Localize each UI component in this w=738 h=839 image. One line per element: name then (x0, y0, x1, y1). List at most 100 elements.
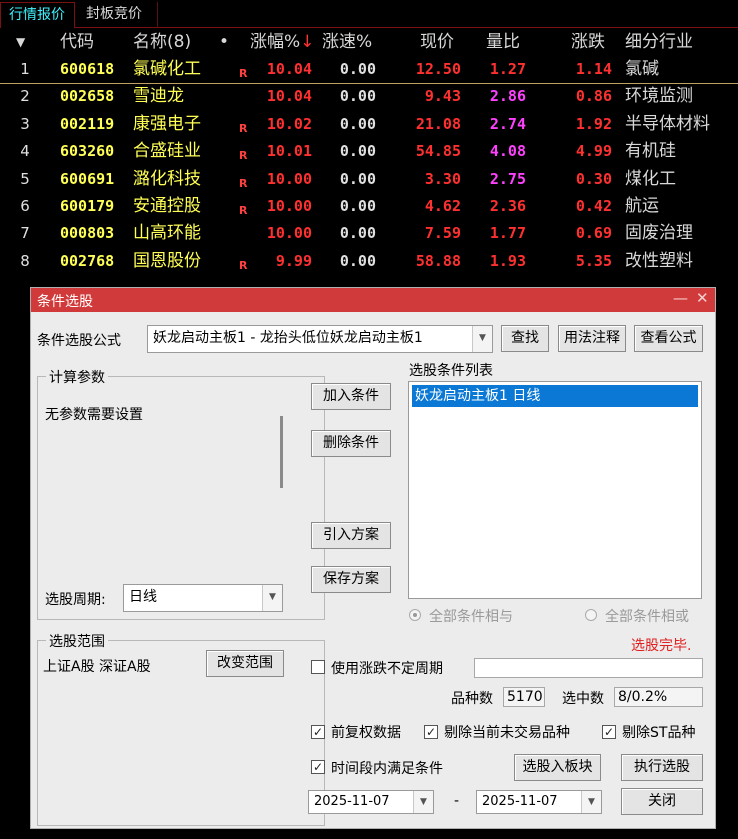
table-row[interactable]: 2 002658 雪迪龙 10.04 0.00 9.43 2.86 0.86 环境监测 (0, 83, 738, 110)
stock-code: 002119 (60, 114, 115, 133)
industry: 有机硅 (625, 141, 676, 162)
dialog-titlebar[interactable]: 条件选股 — ✕ (31, 288, 715, 312)
stock-name: 安通控股 (133, 196, 201, 216)
add-condition-button[interactable]: 加入条件 (311, 383, 391, 410)
change-speed: 0.00 (339, 87, 376, 106)
table-row[interactable]: 7 000803 山高环能 10.00 0.00 7.59 1.77 0.69 固废治理 (0, 220, 738, 247)
table-row[interactable]: 8 002768 国恩股份 R 9.99 0.00 58.88 1.93 5.35 改性塑料 (0, 248, 738, 275)
header-code[interactable]: 代码 (60, 29, 94, 56)
add-to-block-button[interactable]: 选股入板块 (514, 754, 601, 781)
change-pct: 9.99 (275, 251, 312, 270)
current-price: 7.59 (424, 224, 461, 243)
change-pct: 10.04 (266, 87, 312, 106)
radio-or[interactable] (585, 609, 597, 621)
radio-and[interactable] (409, 609, 421, 621)
row-index: 4 (20, 142, 30, 161)
formula-select[interactable]: 妖龙启动主板1 - 龙抬头低位妖龙启动主板1 ▼ (147, 325, 493, 353)
stock-code: 002768 (60, 251, 115, 270)
date-to-dropdown-icon[interactable]: ▼ (581, 791, 601, 813)
date-from-picker[interactable]: 2025-11-07 ▼ (308, 790, 434, 814)
view-formula-button[interactable]: 查看公式 (634, 325, 703, 352)
sort-arrow-icon[interactable]: ▼ (16, 29, 30, 56)
irregular-period-input[interactable] (474, 658, 703, 678)
period-select[interactable]: 日线 ▼ (123, 584, 283, 612)
execute-button[interactable]: 执行选股 (621, 754, 703, 781)
stock-name: 氯碱化工 (133, 59, 201, 79)
price-rise: 4.99 (575, 142, 612, 161)
change-pct: 10.00 (266, 224, 312, 243)
row-index: 3 (20, 114, 30, 133)
header-industry[interactable]: 细分行业 (625, 29, 693, 56)
price-rise: 1.14 (575, 60, 612, 78)
current-price: 21.08 (415, 114, 461, 133)
header-price[interactable]: 现价 (420, 29, 454, 56)
table-row[interactable]: 4 603260 合盛硅业 R 10.01 0.00 54.85 4.08 4.99 有机硅 (0, 138, 738, 165)
import-plan-button[interactable]: 引入方案 (311, 522, 391, 549)
industry: 环境监测 (625, 86, 693, 107)
current-price: 54.85 (415, 142, 461, 161)
header-speed[interactable]: 涨速% (322, 29, 372, 56)
selected-field: 8/0.2% (614, 687, 703, 707)
price-rise: 0.30 (575, 169, 612, 188)
date-from-dropdown-icon[interactable]: ▼ (413, 791, 433, 813)
close-button[interactable]: 关闭 (621, 788, 703, 815)
dialog-title: 条件选股 (37, 294, 93, 310)
radio-and-label: 全部条件相与 (429, 609, 513, 625)
change-speed: 0.00 (339, 251, 376, 270)
minimize-icon[interactable]: — (673, 289, 688, 307)
tab-quotes[interactable]: 行情报价 (0, 2, 75, 28)
params-text: 无参数需要设置 (45, 407, 143, 423)
header-dot: • (219, 32, 230, 52)
header-change-pct[interactable]: 涨幅%↓ (250, 29, 314, 56)
irregular-period-checkbox[interactable] (311, 660, 325, 674)
forward-adjust-checkbox[interactable]: ✓ (311, 725, 325, 739)
table-header: ▼ 代码 名称(8) • 涨幅%↓ 涨速% 现价 量比 涨跌 细分行业 (0, 29, 738, 56)
status-text: 选股完毕. (631, 638, 692, 654)
price-rise: 0.42 (575, 197, 612, 215)
volume-ratio: 2.75 (489, 169, 526, 188)
stock-name: 国恩股份 (133, 250, 201, 271)
exclude-st-checkbox[interactable]: ✓ (602, 725, 616, 739)
condition-list-item[interactable]: 妖龙启动主板1 日线 (412, 385, 698, 407)
exclude-untraded-label: 剔除当前未交易品种 (444, 725, 570, 741)
current-price: 4.62 (424, 197, 461, 215)
sort-desc-icon: ↓ (300, 32, 315, 52)
exclude-untraded-checkbox[interactable]: ✓ (424, 725, 438, 739)
count-label: 品种数 (451, 691, 493, 707)
volume-ratio: 1.27 (489, 60, 526, 78)
condition-listbox[interactable]: 妖龙启动主板1 日线 (408, 381, 702, 599)
industry: 固废治理 (625, 223, 693, 244)
price-rise: 0.86 (575, 87, 612, 106)
price-rise: 0.69 (575, 224, 612, 243)
stock-code: 600179 (60, 197, 115, 215)
change-speed: 0.00 (339, 142, 376, 161)
close-icon[interactable]: ✕ (696, 289, 709, 307)
change-scope-button[interactable]: 改变范围 (206, 650, 284, 677)
period-dropdown-icon[interactable]: ▼ (262, 585, 282, 611)
save-plan-button[interactable]: 保存方案 (311, 566, 391, 593)
tab-limit-auction[interactable]: 封板竞价 (78, 2, 158, 28)
table-row[interactable]: 1 600618 氯碱化工 R 10.04 0.00 12.50 1.27 1.14 氯碱 (0, 56, 738, 83)
date-to-value: 2025-11-07 (482, 794, 558, 809)
table-row[interactable]: 6 600179 安通控股 R 10.00 0.00 4.62 2.36 0.42 航运 (0, 193, 738, 220)
header-rise[interactable]: 涨跌 (571, 29, 605, 56)
date-to-picker[interactable]: 2025-11-07 ▼ (476, 790, 602, 814)
industry: 改性塑料 (625, 250, 693, 271)
header-volume-ratio[interactable]: 量比 (486, 29, 520, 56)
table-row[interactable]: 5 600691 潞化科技 R 10.00 0.00 3.30 2.75 0.30 煤化工 (0, 166, 738, 193)
stock-code: 002658 (60, 87, 115, 106)
find-button[interactable]: 查找 (501, 325, 549, 352)
formula-label: 条件选股公式 (37, 333, 121, 349)
volume-ratio: 4.08 (489, 142, 526, 161)
table-row[interactable]: 3 002119 康强电子 R 10.02 0.00 21.08 2.74 1.92 半导体材料 (0, 111, 738, 138)
top-tab-bar: 行情报价 封板竞价 (0, 0, 738, 28)
usage-notes-button[interactable]: 用法注释 (558, 325, 626, 352)
time-range-checkbox[interactable]: ✓ (311, 760, 325, 774)
current-price: 9.43 (424, 87, 461, 106)
price-rise: 5.35 (575, 251, 612, 270)
params-scrollbar[interactable] (280, 416, 283, 488)
date-from-value: 2025-11-07 (314, 794, 390, 809)
formula-dropdown-icon[interactable]: ▼ (472, 326, 492, 352)
header-name[interactable]: 名称(8) (133, 29, 191, 56)
delete-condition-button[interactable]: 删除条件 (311, 430, 391, 457)
